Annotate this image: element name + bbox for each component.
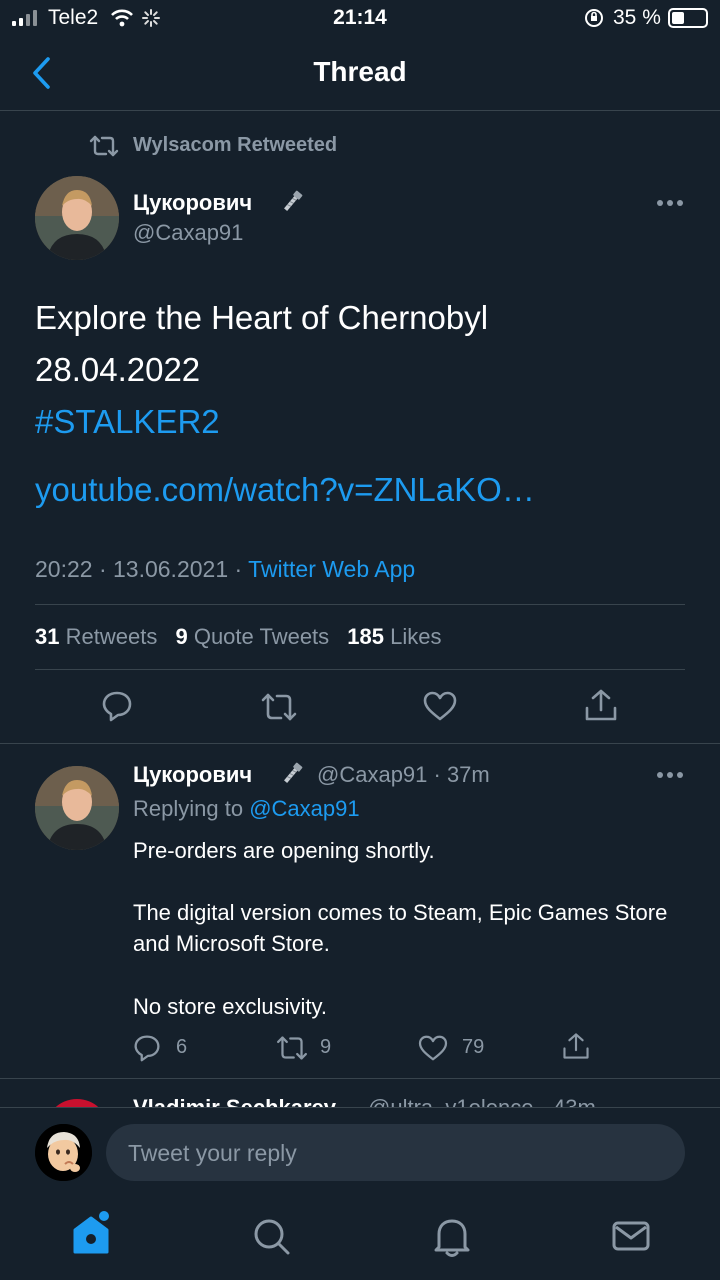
reply-meta: @Caxap91 · 37m	[317, 762, 490, 787]
messages-icon[interactable]	[612, 1220, 650, 1252]
share-icon[interactable]	[584, 688, 618, 722]
divider	[35, 669, 685, 670]
retweets-stat[interactable]: 31 Retweets	[35, 624, 157, 649]
retweeted-by-label[interactable]: Wylsacom Retweeted	[133, 134, 337, 157]
tweet-timestamp-row: 20:22 · 13.06.2021 · Twitter Web App	[35, 556, 415, 583]
next-reply-author-name[interactable]: Vladimir Sechkarev	[133, 1095, 336, 1107]
reply-input[interactable]: Tweet your reply	[106, 1124, 685, 1181]
notifications-icon[interactable]	[433, 1216, 471, 1258]
header-divider	[0, 110, 720, 111]
like-count: 79	[462, 1036, 485, 1058]
clock: 21:14	[333, 6, 387, 29]
divider	[35, 604, 685, 605]
retweet-count: 9	[320, 1036, 332, 1058]
author-handle[interactable]: @Caxap91	[133, 220, 243, 246]
bolt-emoji-icon	[284, 190, 303, 211]
divider	[0, 1107, 720, 1108]
like-icon[interactable]	[418, 1035, 448, 1061]
hashtag-link[interactable]: #STALKER2	[35, 396, 220, 448]
youtube-link[interactable]: youtube.com/watch?v=ZNLaKO…	[35, 464, 535, 516]
reply-icon[interactable]	[101, 690, 133, 722]
next-reply-meta: @ultra_v1olence · 43m	[368, 1095, 596, 1107]
share-icon[interactable]	[562, 1032, 590, 1060]
my-avatar[interactable]	[35, 1124, 92, 1181]
page-title: Thread	[313, 56, 407, 87]
reply-author-name[interactable]: Цукорович	[133, 762, 252, 788]
bolt-emoji-icon	[284, 762, 303, 783]
next-reply-peek[interactable]: Vladimir Sechkarev @ultra_v1olence · 43m	[0, 1079, 720, 1107]
orientation-lock-icon	[585, 9, 603, 27]
quote-tweets-stat[interactable]: 9 Quote Tweets	[175, 624, 329, 649]
reply-text-para-2: The digital version comes to Steam, Epic…	[133, 900, 668, 956]
more-options-icon[interactable]	[656, 771, 684, 779]
author-name[interactable]: Цукорович	[133, 190, 252, 216]
like-icon[interactable]	[423, 691, 457, 721]
retweet-icon[interactable]	[275, 1035, 309, 1061]
author-avatar[interactable]	[35, 176, 119, 260]
search-icon[interactable]	[252, 1217, 292, 1257]
reply-input-placeholder: Tweet your reply	[128, 1140, 297, 1166]
reply-text-para-1: Pre-orders are opening shortly.	[133, 838, 435, 863]
tweet-text-line-1: Explore the Heart of Chernobyl	[35, 299, 489, 336]
next-reply-avatar[interactable]	[45, 1099, 109, 1107]
tweet-source-link[interactable]: Twitter Web App	[248, 556, 415, 582]
reply-icon[interactable]	[133, 1034, 161, 1062]
more-options-icon[interactable]	[656, 199, 684, 207]
replying-to-handle[interactable]: @Caxap91	[249, 796, 359, 821]
status-bar: Tele2 21:14 35 %	[0, 0, 720, 40]
retweet-icon[interactable]	[260, 692, 298, 722]
replying-to-line: Replying to @Caxap91	[133, 796, 360, 821]
tweet-stats: 31 Retweets 9 Quote Tweets 185 Likes	[35, 624, 442, 650]
retweet-context-icon	[89, 135, 119, 157]
battery-icon	[668, 8, 708, 28]
likes-stat[interactable]: 185 Likes	[347, 624, 441, 649]
tweet-timestamp: 20:22 · 13.06.2021 ·	[35, 556, 249, 582]
reply-text-para-3: No store exclusivity.	[133, 994, 327, 1019]
tweet-text-line-2: 28.04.2022	[35, 351, 201, 388]
home-icon[interactable]	[72, 1210, 112, 1256]
battery-label: 35 %	[613, 6, 661, 29]
reply-author-avatar[interactable]	[35, 766, 119, 850]
divider	[0, 743, 720, 744]
reply-count: 6	[176, 1036, 188, 1058]
